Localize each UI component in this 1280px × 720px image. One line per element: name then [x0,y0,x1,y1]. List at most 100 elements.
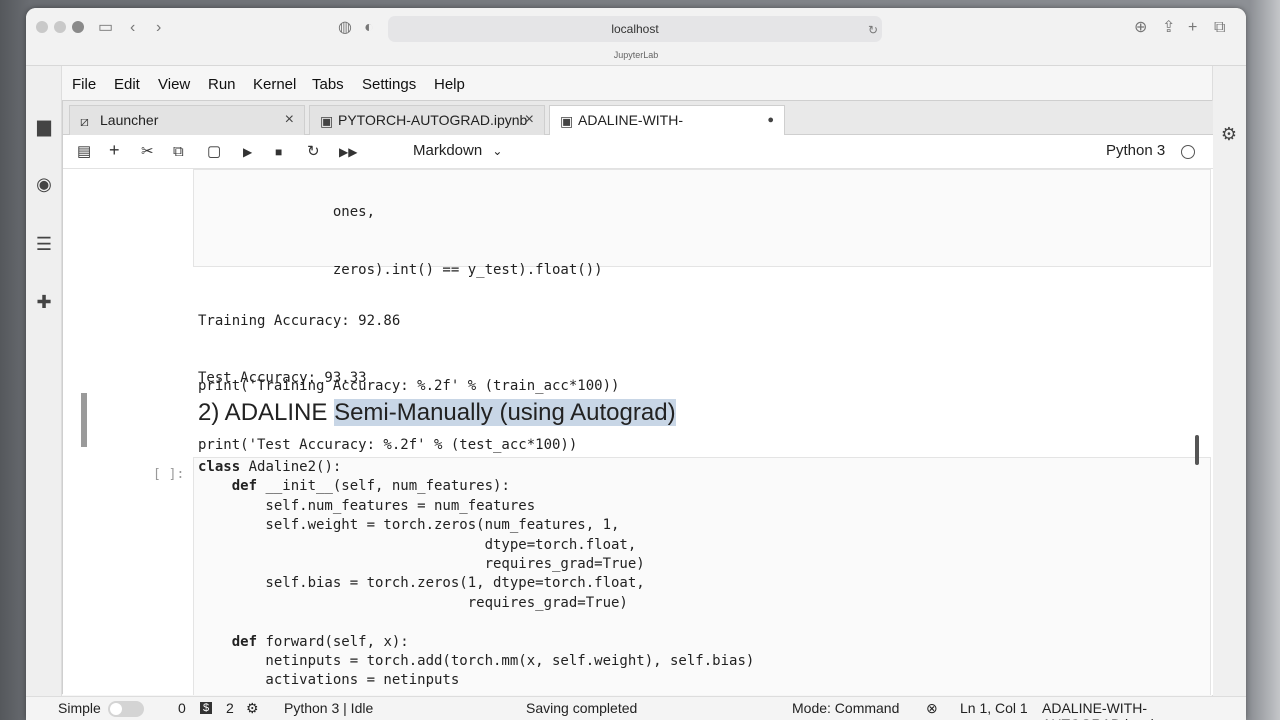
share-icon[interactable]: ⇪ [1162,18,1175,38]
terminal-icon[interactable]: $ [200,702,213,714]
simple-mode-label: Simple [58,700,101,716]
privacy-icon[interactable]: ◍ [338,18,352,38]
notebook-toolbar: ▤ + ✂ ⧉ ▢ ▶ ■ ↻ ▶▶ Markdown ⌄ Python 3 [63,135,1213,169]
cell-prompt: [ ]: [153,467,185,482]
cut-icon[interactable]: ✂ [141,142,154,162]
output-line: Training Accuracy: 92.86 [198,313,401,329]
forward-icon[interactable]: › [156,18,161,38]
address-bar[interactable]: localhost [388,16,882,42]
close-window-button[interactable] [36,21,48,33]
minimize-window-button[interactable] [54,21,66,33]
code-keyword: def [198,478,258,495]
download-icon[interactable]: ⊕ [1134,18,1147,38]
tab-label: PYTORCH-AUTOGRAD.ipynb [338,112,528,128]
toc-icon[interactable]: ☰ [32,232,56,256]
copy-icon[interactable]: ⧉ [173,142,184,162]
paste-icon[interactable]: ▢ [207,142,221,162]
current-filename: ADALINE-WITH-AUTOGRAD.ipynb [1042,700,1158,720]
cursor-position[interactable]: Ln 1, Col 1 [960,700,1028,716]
terminal-count[interactable]: 0 [178,700,186,716]
menu-run[interactable]: Run [208,76,236,93]
active-cell-indicator [81,393,87,447]
cell-type-select[interactable]: Markdown ⌄ [413,142,502,159]
menu-file[interactable]: File [72,76,96,93]
tab-pytorch-autograd[interactable]: ▣ PYTORCH-AUTOGRAD.ipynb × [309,105,545,135]
code-text: self.num_features = num_features [198,497,536,514]
code-text: __init__(self, num_features): [257,478,510,495]
kernel-status[interactable]: Python 3 | Idle [284,700,373,716]
simple-mode-toggle[interactable] [108,701,144,717]
running-icon[interactable]: ◉ [32,172,56,196]
output-line: Test Accuracy: 93.33 [198,370,367,386]
scrollbar-thumb[interactable] [1195,435,1199,465]
code-keyword: class [198,459,241,475]
shield-icon[interactable]: ◐ [364,18,374,38]
code-text: self.bias = torch.zeros(1, dtype=torch.f… [198,575,645,592]
cell-type-value: Markdown [413,142,483,159]
menu-tabs[interactable]: Tabs [312,76,344,93]
code-line: class Adaline2(): [198,458,754,477]
mode-indicator[interactable]: Mode: Command [792,700,899,716]
code-line: netinputs = torch.add(torch.mm(x, self.w… [198,652,754,671]
code-line: def forward(self, x): [198,633,754,652]
reload-icon[interactable]: ↻ [868,20,878,40]
kernel-name[interactable]: Python 3 [1106,142,1165,159]
stop-icon[interactable]: ■ [275,142,282,162]
menu-help[interactable]: Help [434,76,465,93]
run-icon[interactable]: ▶ [243,142,252,162]
notebook-icon: ▣ [320,113,334,129]
property-inspector-icon[interactable]: ⚙ [1217,122,1241,146]
extension-icon[interactable]: ✚ [32,290,56,314]
code-editor[interactable]: class Adaline2(): def __init__(self, num… [198,458,754,691]
tab-adaline-with-autograd[interactable]: ▣ ADALINE-WITH-AUTOGRAD.ipynb ● [549,105,785,156]
tab-overview-icon[interactable]: ⧉ [1214,18,1225,38]
code-text: activations = netinputs [198,672,460,689]
new-tab-icon[interactable]: + [1188,18,1197,38]
browser-window: ▭ ‹ › ◍ ◐ localhost ↻ ⊕ ⇪ + ⧉ JupyterLab… [26,8,1246,720]
tab-launcher[interactable]: ⧄ Launcher × [69,105,305,135]
folder-icon[interactable]: ▆ [32,114,56,138]
tab-bar: ⧄ Launcher × ▣ PYTORCH-AUTOGRAD.ipynb × … [63,101,1213,156]
code-keyword: def [198,633,258,650]
code-text: requires_grad=True) [198,594,628,611]
zoom-window-button[interactable] [72,21,84,33]
activity-bar: ▆ ◉ ☰ ✚ [26,66,62,720]
menu-view[interactable]: View [158,76,190,93]
close-icon[interactable]: × [285,106,294,134]
code-line: requires_grad=True) [198,594,754,613]
kernel-status-icon [1181,145,1195,159]
right-sidebar: ⚙ [1212,66,1246,720]
restart-icon[interactable]: ↻ [307,142,320,162]
main-panel: ⧄ Launcher × ▣ PYTORCH-AUTOGRAD.ipynb × … [62,100,1213,695]
heading-text: 2) ADALINE [198,399,335,426]
add-cell-icon[interactable]: + [109,140,120,160]
code-text: dtype=torch.float, [198,536,637,553]
sidebar-toggle-icon[interactable]: ▭ [98,18,113,38]
chevron-down-icon: ⌄ [492,144,503,158]
notebook-area[interactable]: ones, zeros).int() == y_test).float()) p… [63,169,1213,695]
no-debug-icon[interactable]: ⊗ [926,700,938,717]
restart-run-all-icon[interactable]: ▶▶ [339,142,357,162]
gear-icon[interactable]: ⚙ [246,700,259,717]
unsaved-dot-icon[interactable]: ● [767,106,774,134]
code-cell[interactable]: ones, zeros).int() == y_test).float()) p… [193,169,1211,453]
status-bar: Simple 0 $ 2 ⚙ Python 3 | Idle Saving co… [26,696,1246,720]
code-line: def __init__(self, num_features): [198,477,754,496]
close-icon[interactable]: × [525,106,534,134]
markdown-heading[interactable]: 2) ADALINE Semi-Manually (using Autograd… [198,399,676,427]
menu-settings[interactable]: Settings [362,76,416,93]
selected-text: Semi-Manually (using Autograd) [334,399,676,426]
launcher-icon: ⧄ [80,113,89,129]
code-cell[interactable]: class Adaline2(): def __init__(self, num… [193,457,1211,695]
code-line: print('Test Accuracy: %.2f' % (test_acc*… [198,436,578,453]
menu-edit[interactable]: Edit [114,76,140,93]
save-status: Saving completed [526,700,638,716]
save-icon[interactable]: ▤ [77,142,91,162]
kernel-count[interactable]: 2 [226,700,234,716]
code-text: netinputs = torch.add(torch.mm(x, self.w… [198,652,755,669]
menu-kernel[interactable]: Kernel [253,76,296,93]
notebook-icon: ▣ [560,113,574,129]
menu-bar: File Edit View Run Kernel Tabs Settings … [62,70,1212,100]
back-icon[interactable]: ‹ [130,18,135,38]
